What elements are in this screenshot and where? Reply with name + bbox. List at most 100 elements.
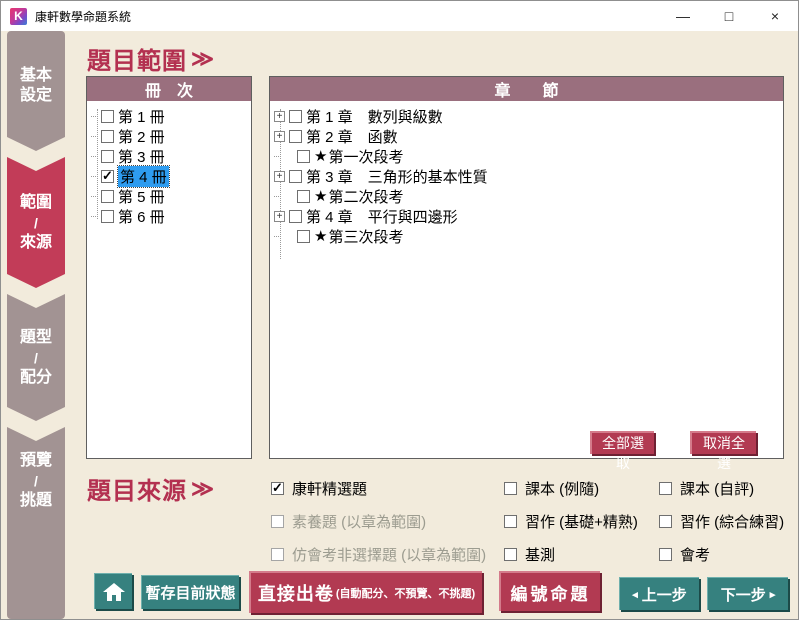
checkbox[interactable] <box>101 190 114 203</box>
save-state-button[interactable]: 暫存目前狀態 <box>141 575 239 609</box>
source-label: 課本 (自評) <box>680 478 754 499</box>
chapter-row-3[interactable]: + 第 3 章 三角形的基本性質 <box>270 166 783 186</box>
volume-row-5[interactable]: 第 5 冊 <box>87 186 251 206</box>
checkbox-checked[interactable]: ✓ <box>271 482 284 495</box>
source-label: 仿會考非選擇題 (以章為範圍) <box>292 544 486 565</box>
next-step-button[interactable]: 下一步 ▸ <box>707 577 788 610</box>
direct-generate-note: (自動配分、不預覽、不挑題) <box>336 585 475 601</box>
maximize-icon[interactable]: □ <box>706 1 752 31</box>
source-kangxuan-featured[interactable]: ✓ 康軒精選題 <box>271 478 486 498</box>
checkbox[interactable] <box>659 548 672 561</box>
checkbox[interactable] <box>297 230 310 243</box>
previous-step-button[interactable]: ◂ 上一步 <box>619 577 699 610</box>
source-workbook-comprehensive[interactable]: 習作 (綜合練習) <box>659 511 784 531</box>
select-all-button[interactable]: 全部選取 <box>590 431 654 454</box>
checkbox[interactable] <box>101 210 114 223</box>
checkbox[interactable] <box>659 515 672 528</box>
volume-row-1[interactable]: 第 1 冊 <box>87 106 251 126</box>
tab-preview-pick[interactable]: 預覽 / 挑題 <box>7 427 65 619</box>
tab-question-type-points[interactable]: 題型 / 配分 <box>7 294 65 421</box>
checkbox-disabled <box>271 548 284 561</box>
check-icon: ✓ <box>272 480 283 496</box>
home-icon <box>102 582 126 602</box>
checkbox-disabled <box>271 515 284 528</box>
tab-label: 範圍 <box>20 193 52 213</box>
sidebar: 基本 設定 範圍 / 來源 題型 / 配分 預覽 / 挑題 <box>7 31 65 617</box>
checkbox[interactable] <box>297 190 310 203</box>
tab-range-source[interactable]: 範圍 / 來源 <box>7 157 65 288</box>
source-column-2: 課本 (例隨) 習作 (基礎+精熟) 基測 <box>504 478 638 577</box>
source-workbook-basic[interactable]: 習作 (基礎+精熟) <box>504 511 638 531</box>
app-logo-icon: K <box>10 8 27 25</box>
source-column-1: ✓ 康軒精選題 素養題 (以章為範圍) 仿會考非選擇題 (以章為範圍) <box>271 478 486 577</box>
checkbox[interactable] <box>659 482 672 495</box>
tab-label: 預覽 <box>20 451 52 471</box>
volume-row-4[interactable]: ✓ 第 4 冊 <box>87 166 251 186</box>
chapter-row-4[interactable]: + 第 4 章 平行與四邊形 <box>270 206 783 226</box>
source-textbook-example[interactable]: 課本 (例隨) <box>504 478 638 498</box>
checkbox[interactable] <box>504 482 517 495</box>
source-basic-test[interactable]: 基測 <box>504 544 638 564</box>
source-entrance-exam[interactable]: 會考 <box>659 544 784 564</box>
exam-row-1[interactable]: ★ 第一次段考 <box>270 146 783 166</box>
numbering-button[interactable]: 編號命題 <box>499 571 600 611</box>
checkbox-checked[interactable]: ✓ <box>101 170 114 183</box>
checkbox[interactable] <box>289 210 302 223</box>
expand-plus-icon[interactable]: + <box>274 211 285 222</box>
checkbox[interactable] <box>504 548 517 561</box>
volume-row-2[interactable]: 第 2 冊 <box>87 126 251 146</box>
checkbox[interactable] <box>289 110 302 123</box>
star-icon: ★ <box>314 147 327 165</box>
home-button[interactable] <box>94 573 132 609</box>
checkbox[interactable] <box>504 515 517 528</box>
double-chevron-icon: ≫ <box>191 46 215 72</box>
tab-label: 配分 <box>20 368 52 388</box>
chapter-row-2[interactable]: + 第 2 章 函數 <box>270 126 783 146</box>
volume-label: 第 2 冊 <box>118 126 165 147</box>
source-label: 習作 (綜合練習) <box>680 511 784 532</box>
deselect-all-button[interactable]: 取消全選 <box>690 431 756 454</box>
tab-label: / <box>34 471 38 491</box>
tab-basic-settings[interactable]: 基本 設定 <box>7 31 65 151</box>
previous-step-label: 上一步 <box>642 584 687 605</box>
checkbox[interactable] <box>289 170 302 183</box>
expand-plus-icon[interactable]: + <box>274 131 285 142</box>
expand-plus-icon[interactable]: + <box>274 111 285 122</box>
source-label: 課本 (例隨) <box>525 478 599 499</box>
volume-row-6[interactable]: 第 6 冊 <box>87 206 251 226</box>
exam-row-2[interactable]: ★ 第二次段考 <box>270 186 783 206</box>
expand-plus-icon[interactable]: + <box>274 171 285 182</box>
exam-row-3[interactable]: ★ 第三次段考 <box>270 226 783 246</box>
source-column-3: 課本 (自評) 習作 (綜合練習) 會考 <box>659 478 784 577</box>
exam-label: 第三次段考 <box>328 226 403 247</box>
volume-panel: 冊 次 第 1 冊 第 2 冊 第 3 冊 ✓ 第 4 冊 <box>86 76 252 459</box>
left-arrow-icon: ◂ <box>632 588 638 601</box>
minimize-icon[interactable]: — <box>660 1 706 31</box>
tab-label: 設定 <box>20 86 52 106</box>
close-icon[interactable]: × <box>752 1 798 31</box>
source-label: 習作 (基礎+精熟) <box>525 511 638 532</box>
checkbox[interactable] <box>297 150 310 163</box>
volume-label: 第 6 冊 <box>118 206 165 227</box>
checkbox[interactable] <box>101 110 114 123</box>
source-mock-exam-disabled: 仿會考非選擇題 (以章為範圍) <box>271 544 486 564</box>
right-arrow-icon: ▸ <box>770 588 776 601</box>
source-textbook-selfcheck[interactable]: 課本 (自評) <box>659 478 784 498</box>
volume-label: 第 1 冊 <box>118 106 165 127</box>
next-step-label: 下一步 <box>721 584 766 605</box>
titlebar: K 康軒數學命題系統 — □ × <box>1 1 798 31</box>
checkbox[interactable] <box>101 150 114 163</box>
source-literacy-disabled: 素養題 (以章為範圍) <box>271 511 486 531</box>
volume-list: 第 1 冊 第 2 冊 第 3 冊 ✓ 第 4 冊 第 5 冊 <box>87 101 251 226</box>
window-title: 康軒數學命題系統 <box>35 8 131 25</box>
chapter-row-1[interactable]: + 第 1 章 數列與級數 <box>270 106 783 126</box>
direct-generate-button[interactable]: 直接出卷 (自動配分、不預覽、不挑題) <box>249 571 482 613</box>
double-chevron-icon: ≫ <box>191 476 215 502</box>
page-title: 題目範圍 <box>87 41 187 76</box>
exam-label: 第二次段考 <box>328 186 403 207</box>
chapter-label: 第 4 章 平行與四邊形 <box>306 206 458 227</box>
volume-row-3[interactable]: 第 3 冊 <box>87 146 251 166</box>
checkbox[interactable] <box>289 130 302 143</box>
checkbox[interactable] <box>101 130 114 143</box>
tab-label: 挑題 <box>20 491 52 511</box>
